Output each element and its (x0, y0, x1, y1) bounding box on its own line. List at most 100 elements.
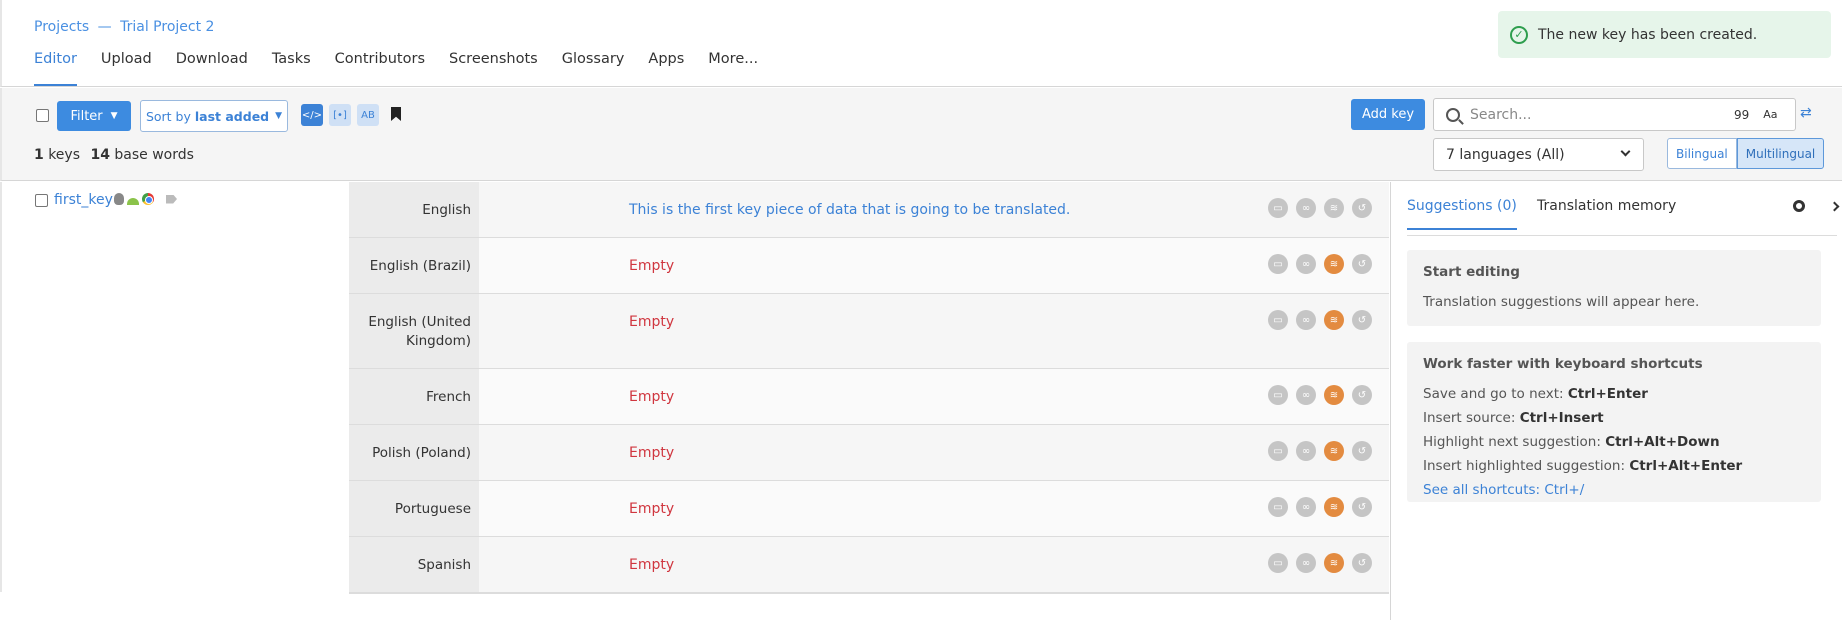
row-actions: ▭ ∞ ≋ ↺ (1260, 310, 1372, 330)
tab-editor[interactable]: Editor (34, 51, 77, 86)
tab-glossary[interactable]: Glossary (562, 51, 625, 86)
chevron-down-icon: ▼ (110, 111, 118, 121)
language-label: English (Brazil) (349, 238, 479, 293)
comment-icon[interactable]: ▭ (1268, 254, 1288, 274)
review-icon[interactable]: ∞ (1296, 254, 1316, 274)
code-view-icon[interactable]: </> (301, 104, 323, 126)
review-icon[interactable]: ∞ (1296, 310, 1316, 330)
spellcheck-icon[interactable]: AB (357, 104, 379, 126)
tab-download[interactable]: Download (176, 51, 248, 86)
start-editing-card: Start editing Translation suggestions wi… (1407, 250, 1821, 326)
shortcut-keys: Ctrl+Insert (1519, 410, 1604, 426)
translation-row: English This is the first key piece of d… (349, 182, 1389, 238)
comment-icon[interactable]: ▭ (1268, 441, 1288, 461)
sort-value: last added (194, 108, 270, 124)
review-icon[interactable]: ∞ (1296, 385, 1316, 405)
row-actions: ▭ ∞ ≋ ↺ (1260, 497, 1372, 517)
translation-cell[interactable]: This is the first key piece of data that… (479, 182, 1389, 237)
placeholders-icon[interactable]: [•] (329, 104, 351, 126)
history-icon[interactable]: ↺ (1352, 198, 1372, 218)
machine-translate-icon[interactable]: ≋ (1324, 497, 1344, 517)
review-icon[interactable]: ∞ (1296, 198, 1316, 218)
tab-tasks[interactable]: Tasks (272, 51, 311, 86)
review-icon[interactable]: ∞ (1296, 441, 1316, 461)
tab-contributors[interactable]: Contributors (335, 51, 425, 86)
suggestions-panel: Suggestions (0) Translation memory Start… (1390, 182, 1842, 620)
comment-icon[interactable]: ▭ (1268, 198, 1288, 218)
translation-cell[interactable]: Empty ▭ ∞ ≋ ↺ (479, 425, 1389, 480)
row-actions: ▭ ∞ ≋ ↺ (1260, 441, 1372, 461)
language-select[interactable]: 7 languages (All) (1433, 138, 1644, 171)
language-label: English (349, 182, 479, 237)
translation-text: Empty (629, 445, 675, 461)
translation-cell[interactable]: Empty ▭ ∞ ≋ ↺ (479, 537, 1389, 592)
breadcrumb-separator: — (97, 19, 112, 35)
search-box: 99 Aa (1433, 98, 1796, 131)
comment-icon[interactable]: ▭ (1268, 310, 1288, 330)
bilingual-view-button[interactable]: Bilingual (1667, 138, 1737, 169)
shortcut-label: Insert source: (1423, 410, 1516, 426)
history-icon[interactable]: ↺ (1352, 310, 1372, 330)
comment-icon[interactable]: ▭ (1268, 553, 1288, 573)
history-icon[interactable]: ↺ (1352, 553, 1372, 573)
tab-suggestions[interactable]: Suggestions (0) (1407, 198, 1517, 230)
tab-apps[interactable]: Apps (648, 51, 684, 86)
suggestions-tabs: Suggestions (0) Translation memory (1407, 182, 1840, 236)
sort-prefix: Sort by (145, 108, 191, 124)
tab-translation-memory[interactable]: Translation memory (1537, 198, 1676, 228)
machine-translate-icon[interactable]: ≋ (1324, 254, 1344, 274)
bookmark-icon[interactable] (391, 107, 401, 121)
machine-translate-icon[interactable]: ≋ (1324, 385, 1344, 405)
history-icon[interactable]: ↺ (1352, 497, 1372, 517)
tab-screenshots[interactable]: Screenshots (449, 51, 538, 86)
chrome-icon (142, 193, 154, 205)
filter-button[interactable]: Filter ▼ (57, 101, 131, 131)
shortcuts-card: Work faster with keyboard shortcuts Save… (1407, 342, 1821, 502)
chevron-down-icon (1620, 146, 1631, 157)
see-all-shortcuts-link[interactable]: See all shortcuts: Ctrl+/ (1423, 482, 1805, 498)
words-label: base words (114, 147, 194, 163)
machine-translate-icon[interactable]: ≋ (1324, 198, 1344, 218)
swap-icon[interactable]: ⇄ (1800, 105, 1818, 123)
translation-cell[interactable]: Empty ▭ ∞ ≋ ↺ (479, 369, 1389, 424)
select-all-checkbox[interactable] (36, 109, 49, 122)
shortcut-label: Save and go to next: (1423, 386, 1564, 402)
multilingual-view-button[interactable]: Multilingual (1736, 138, 1825, 169)
shortcut-keys: Ctrl+Enter (1567, 386, 1648, 402)
match-case-toggle[interactable]: Aa (1763, 108, 1777, 121)
breadcrumb-project-link[interactable]: Trial Project 2 (120, 19, 214, 35)
machine-translate-icon[interactable]: ≋ (1324, 553, 1344, 573)
chevron-right-icon[interactable] (1829, 201, 1840, 212)
words-count: 14 (90, 147, 110, 163)
key-name[interactable]: first_key (54, 192, 113, 208)
top-header: Projects — Trial Project 2 Editor Upload… (0, 0, 1842, 87)
tab-upload[interactable]: Upload (101, 51, 152, 86)
history-icon[interactable]: ↺ (1352, 254, 1372, 274)
sort-button[interactable]: Sort by last added ▼ (140, 100, 288, 132)
translation-cell[interactable]: Empty ▭ ∞ ≋ ↺ (479, 238, 1389, 293)
search-input[interactable] (1470, 106, 1730, 123)
translation-cell[interactable]: Empty ▭ ∞ ≋ ↺ (479, 481, 1389, 536)
apple-icon (114, 193, 124, 205)
translation-cell[interactable]: Empty ▭ ∞ ≋ ↺ (479, 294, 1389, 368)
breadcrumb-projects-link[interactable]: Projects (34, 19, 89, 35)
shortcuts-title: Work faster with keyboard shortcuts (1423, 356, 1703, 372)
translation-text: Empty (629, 557, 675, 573)
review-icon[interactable]: ∞ (1296, 497, 1316, 517)
history-icon[interactable]: ↺ (1352, 441, 1372, 461)
success-toast[interactable]: ✓ The new key has been created. (1498, 11, 1831, 58)
tab-more[interactable]: More... (708, 51, 758, 86)
review-icon[interactable]: ∞ (1296, 553, 1316, 573)
key-panel: first_key (0, 182, 348, 592)
key-checkbox[interactable] (35, 194, 48, 207)
comment-icon[interactable]: ▭ (1268, 385, 1288, 405)
machine-translate-icon[interactable]: ≋ (1324, 310, 1344, 330)
gear-icon[interactable] (1793, 200, 1805, 212)
history-icon[interactable]: ↺ (1352, 385, 1372, 405)
shortcut-keys: Ctrl+Alt+Enter (1629, 458, 1743, 474)
machine-translate-icon[interactable]: ≋ (1324, 441, 1344, 461)
comment-icon[interactable]: ▭ (1268, 497, 1288, 517)
android-icon (127, 197, 139, 205)
add-key-button[interactable]: Add key (1351, 99, 1425, 130)
tag-icon[interactable] (166, 194, 177, 204)
